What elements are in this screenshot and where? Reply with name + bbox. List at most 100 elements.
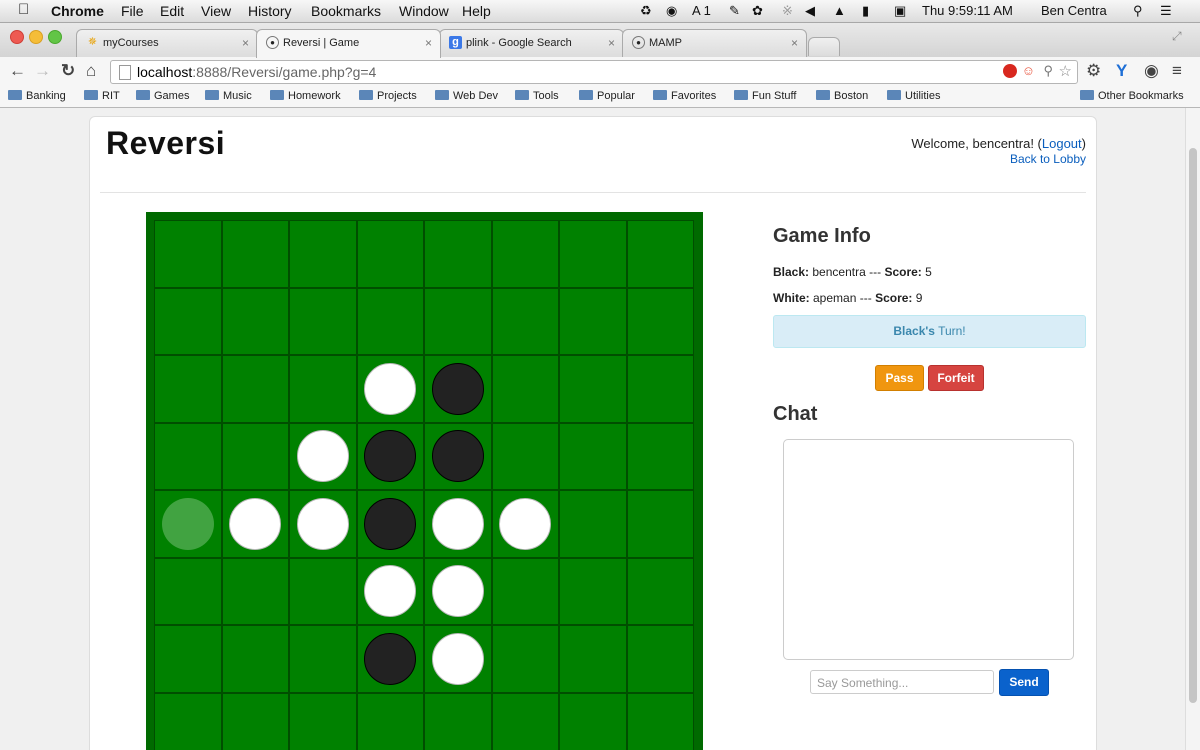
page-scrollbar[interactable] — [1185, 108, 1200, 750]
apple-icon[interactable]:  — [18, 1, 29, 18]
board-cell[interactable] — [356, 692, 424, 750]
board-cell[interactable] — [221, 220, 289, 288]
close-tab-icon[interactable]: × — [608, 36, 615, 50]
board-cell[interactable] — [626, 287, 694, 355]
zoom-icon[interactable]: ⚲ — [1043, 63, 1053, 79]
forward-icon[interactable]: → — [34, 61, 51, 81]
adobe-status[interactable]: A 1 — [692, 3, 711, 18]
board-cell[interactable] — [154, 692, 222, 750]
bookmark-folder-other[interactable]: Other Bookmarks — [1080, 90, 1184, 102]
zoom-window-icon[interactable] — [48, 30, 62, 44]
board-cell[interactable] — [154, 220, 222, 288]
close-window-icon[interactable] — [10, 30, 24, 44]
fullscreen-icon[interactable]: ⤢ — [1172, 29, 1182, 44]
close-tab-icon[interactable]: × — [791, 36, 798, 50]
bookmark-folder-fun-stuff[interactable]: Fun Stuff — [734, 90, 796, 102]
board-cell[interactable] — [626, 625, 694, 693]
board-cell[interactable] — [356, 287, 424, 355]
bookmark-folder-rit[interactable]: RIT — [84, 90, 120, 102]
board-cell[interactable] — [559, 287, 627, 355]
board-cell[interactable] — [221, 692, 289, 750]
board-cell[interactable] — [626, 557, 694, 625]
board-cell[interactable] — [491, 220, 559, 288]
scrollbar-thumb[interactable] — [1189, 148, 1197, 703]
bookmark-folder-boston[interactable]: Boston — [816, 90, 868, 102]
bookmark-star-icon[interactable]: ☆ — [1059, 62, 1072, 80]
send-button[interactable]: Send — [999, 669, 1049, 696]
board-cell[interactable] — [356, 625, 424, 693]
bookmark-folder-favorites[interactable]: Favorites — [653, 90, 716, 102]
board-cell[interactable] — [356, 355, 424, 423]
board-cell[interactable] — [154, 287, 222, 355]
board-cell[interactable] — [289, 355, 357, 423]
board-cell[interactable] — [559, 625, 627, 693]
tab-reversi-game[interactable]: ● Reversi | Game × — [256, 29, 441, 58]
board-cell[interactable] — [559, 692, 627, 750]
board-cell[interactable] — [356, 220, 424, 288]
board-cell[interactable] — [424, 287, 492, 355]
board-cell[interactable] — [491, 422, 559, 490]
bookmark-folder-popular[interactable]: Popular — [579, 90, 635, 102]
tab-google-search[interactable]: g plink - Google Search × — [439, 29, 624, 58]
minimize-window-icon[interactable] — [29, 30, 43, 44]
spotlight-search-icon[interactable]: ⚲ — [1133, 3, 1143, 19]
evernote-icon[interactable]: ✎ — [729, 3, 740, 19]
tab-mycourses[interactable]: ✵ myCourses × — [76, 29, 258, 58]
board-cell[interactable] — [626, 220, 694, 288]
menu-view[interactable]: View — [201, 3, 231, 19]
board-cell[interactable] — [626, 355, 694, 423]
board-cell[interactable] — [221, 557, 289, 625]
bookmark-folder-utilities[interactable]: Utilities — [887, 90, 940, 102]
board-cell[interactable] — [221, 490, 289, 558]
reddit-icon[interactable]: ☺ — [1022, 63, 1035, 78]
board-cell[interactable] — [424, 355, 492, 423]
adblock-icon[interactable] — [1003, 64, 1017, 78]
close-tab-icon[interactable]: × — [242, 36, 249, 50]
board-cell[interactable] — [154, 355, 222, 423]
back-to-lobby-link[interactable]: Back to Lobby — [1010, 152, 1086, 166]
valid-move-hint[interactable] — [161, 497, 214, 550]
close-tab-icon[interactable]: × — [425, 36, 432, 50]
board-cell[interactable] — [491, 557, 559, 625]
board-cell[interactable] — [221, 287, 289, 355]
chat-log[interactable] — [783, 439, 1074, 660]
board-cell[interactable] — [356, 490, 424, 558]
board-cell[interactable] — [424, 692, 492, 750]
board-cell[interactable] — [491, 692, 559, 750]
board-cell[interactable] — [356, 557, 424, 625]
bookmark-folder-banking[interactable]: Banking — [8, 90, 66, 102]
bluetooth-icon[interactable]: ※ — [782, 3, 793, 19]
board-cell[interactable] — [491, 287, 559, 355]
headphones-extension-icon[interactable]: ◉ — [1144, 61, 1159, 81]
board-cell[interactable] — [491, 355, 559, 423]
bookmark-folder-tools[interactable]: Tools — [515, 90, 559, 102]
sync-icon[interactable]: ♻ — [640, 3, 652, 19]
board-cell[interactable] — [154, 625, 222, 693]
menu-help[interactable]: Help — [462, 3, 491, 19]
board-cell[interactable] — [626, 490, 694, 558]
board-cell[interactable] — [289, 625, 357, 693]
board-cell[interactable] — [424, 220, 492, 288]
board-cell[interactable] — [424, 557, 492, 625]
back-icon[interactable]: ← — [9, 61, 26, 81]
board-cell[interactable] — [289, 490, 357, 558]
new-tab-button[interactable] — [808, 37, 840, 56]
notification-list-icon[interactable]: ☰ — [1160, 3, 1172, 19]
menu-window[interactable]: Window — [399, 3, 449, 19]
board-cell[interactable] — [289, 422, 357, 490]
clock[interactable]: Thu 9:59:11 AM — [922, 3, 1013, 18]
menu-bookmarks[interactable]: Bookmarks — [311, 3, 381, 19]
volume-icon[interactable]: ◀ — [805, 3, 815, 19]
bookmark-folder-web-dev[interactable]: Web Dev — [435, 90, 498, 102]
bookmark-folder-music[interactable]: Music — [205, 90, 252, 102]
board-cell[interactable] — [154, 422, 222, 490]
menu-file[interactable]: File — [121, 3, 144, 19]
home-icon[interactable]: ⌂ — [86, 61, 96, 81]
settings-gear-icon[interactable]: ⚙ — [1086, 61, 1101, 81]
board-cell[interactable] — [559, 422, 627, 490]
board-cell[interactable] — [559, 355, 627, 423]
board-cell[interactable] — [289, 220, 357, 288]
battery-icon[interactable]: ▮ — [862, 3, 869, 19]
board-cell[interactable] — [289, 557, 357, 625]
logout-link[interactable]: Logout — [1042, 136, 1082, 151]
